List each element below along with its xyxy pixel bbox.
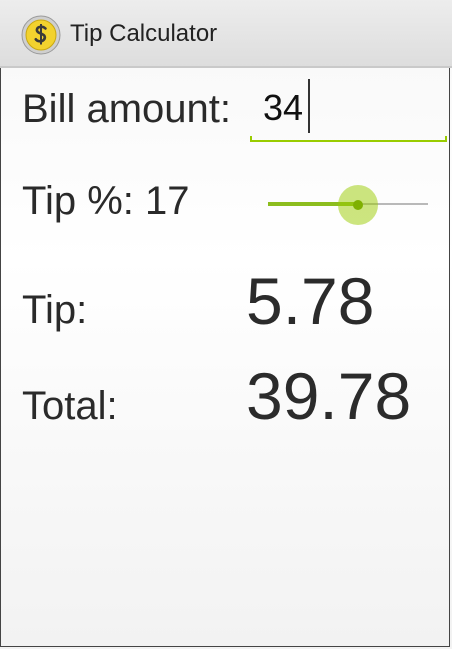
slider-thumb[interactable]	[337, 185, 378, 225]
tip-amount-value: 5.78	[246, 264, 375, 338]
text-cursor	[308, 79, 310, 133]
tip-label: Tip:	[22, 288, 88, 332]
tip-percent-label: Tip %: 17	[22, 179, 190, 223]
bill-amount-input[interactable]: 34	[250, 76, 447, 142]
total-amount-value: 39.78	[246, 359, 412, 433]
input-underline	[250, 136, 447, 142]
bill-amount-label: Bill amount:	[22, 87, 231, 131]
tip-percent-slider[interactable]	[266, 184, 430, 226]
dollar-coin-icon[interactable]	[21, 15, 61, 55]
total-label: Total:	[22, 384, 118, 428]
bill-amount-value[interactable]: 34	[263, 88, 303, 128]
action-bar: Tip Calculator	[0, 0, 452, 68]
app-title: Tip Calculator	[70, 20, 218, 47]
